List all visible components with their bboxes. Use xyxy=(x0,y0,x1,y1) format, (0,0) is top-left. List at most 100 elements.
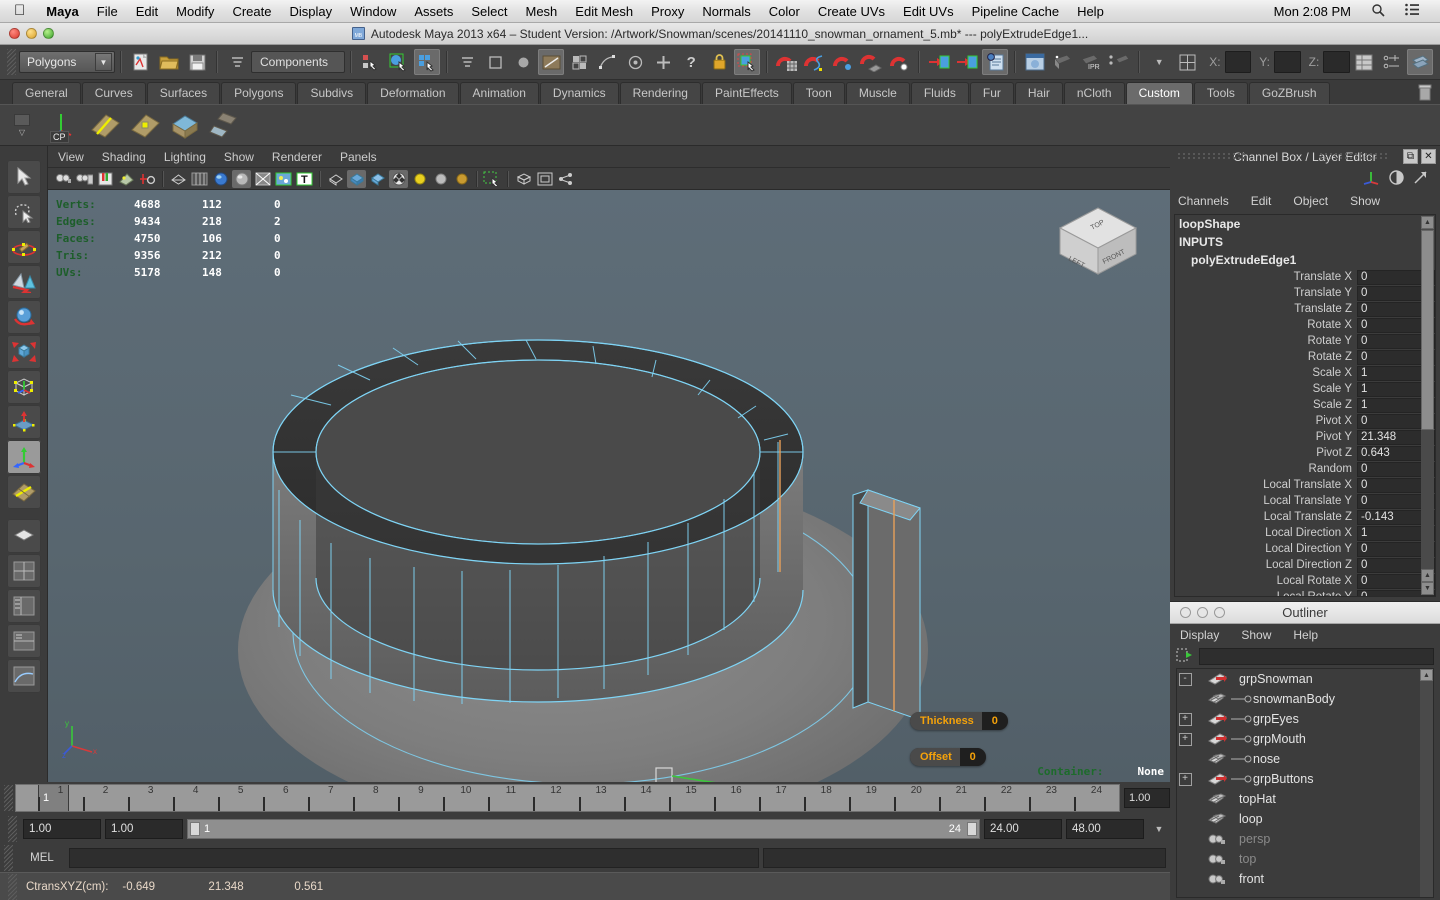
show-hide-attribute-editor-icon[interactable] xyxy=(1379,49,1405,75)
panel-grip-right[interactable] xyxy=(1320,153,1390,161)
show-hide-channel-box-icon[interactable] xyxy=(1407,49,1434,75)
snap-to-curve-icon[interactable] xyxy=(802,49,828,75)
list-icon[interactable] xyxy=(1395,3,1430,19)
render-settings-icon[interactable]: IPR xyxy=(1078,49,1104,75)
channel-box-expand-icon[interactable] xyxy=(1413,170,1428,188)
shelf-menu-icon[interactable] xyxy=(14,113,30,126)
outliner-tree[interactable]: - grpSnowman snowmanBody + grpEyes + grpMouth n… xyxy=(1176,668,1434,898)
select-tool[interactable] xyxy=(6,160,41,194)
last-tool-used[interactable] xyxy=(6,475,41,509)
display-text-icon[interactable]: T xyxy=(295,170,314,188)
scroll-up-arrow[interactable]: ▲ xyxy=(1421,216,1434,229)
snap-to-point-icon[interactable] xyxy=(830,49,856,75)
light-yellow-icon[interactable] xyxy=(410,170,429,188)
offset-pill[interactable]: Offset 0 xyxy=(910,748,986,766)
menu-file[interactable]: File xyxy=(88,4,127,19)
apple-icon[interactable]:  xyxy=(0,3,37,18)
shelf-tab-ncloth[interactable]: nCloth xyxy=(1063,82,1125,104)
select-by-component-icon[interactable] xyxy=(414,49,441,75)
menu-edit[interactable]: Edit xyxy=(127,4,167,19)
select-camera-icon[interactable] xyxy=(54,170,73,188)
channel-box-menu-edit[interactable]: Edit xyxy=(1251,194,1272,208)
image-plane-icon[interactable] xyxy=(117,170,136,188)
snap-to-view-icon[interactable] xyxy=(886,49,912,75)
command-line-grip[interactable] xyxy=(4,845,13,871)
panel-grip-left[interactable] xyxy=(1178,153,1248,161)
channel-attribute-row[interactable]: Local Direction Y0 xyxy=(1175,541,1435,557)
outliner-item-persp[interactable]: persp xyxy=(1177,829,1433,849)
shelf-expand-icon[interactable]: ▽ xyxy=(19,128,25,137)
outliner-menu-help[interactable]: Help xyxy=(1293,628,1318,642)
scroll-down-arrow[interactable]: ▼ xyxy=(1421,582,1434,595)
channel-attribute-row[interactable]: Scale Z1 xyxy=(1175,397,1435,413)
share-node-icon[interactable] xyxy=(556,170,575,188)
channel-attribute-row[interactable]: Local Rotate X0 xyxy=(1175,573,1435,589)
tool-setting-thickness[interactable]: Thickness 0 xyxy=(910,712,1008,730)
outliner-item-grpSnowman[interactable]: - grpSnowman xyxy=(1177,669,1433,689)
mask-point-icon[interactable] xyxy=(510,49,536,75)
hardware-texturing-icon[interactable] xyxy=(274,170,293,188)
wireframe-shading-icon[interactable] xyxy=(169,170,188,188)
undock-icon[interactable]: ⧉ xyxy=(1403,149,1418,164)
outliner-expander[interactable]: + xyxy=(1178,712,1192,726)
playback-end-field[interactable]: 24.00 xyxy=(984,819,1062,839)
shelf-tab-dynamics[interactable]: Dynamics xyxy=(539,82,619,104)
shelf-tab-painteffects[interactable]: PaintEffects xyxy=(701,82,792,104)
tool-setting-offset[interactable]: Offset 0 xyxy=(910,748,986,766)
snap-move-tool[interactable] xyxy=(6,265,41,299)
menu-maya[interactable]: Maya xyxy=(37,4,88,19)
rotate-tool[interactable] xyxy=(6,300,41,334)
shelf-item-poly-cube[interactable] xyxy=(168,108,202,142)
channel-attribute-row[interactable]: Translate Z0 xyxy=(1175,301,1435,317)
mask-help-icon[interactable]: ? xyxy=(678,49,704,75)
shelf-tab-hair[interactable]: Hair xyxy=(1014,82,1063,104)
shelf-tab-fur[interactable]: Fur xyxy=(969,82,1014,104)
menu-edit-uvs[interactable]: Edit UVs xyxy=(894,4,963,19)
shelf-tab-curves[interactable]: Curves xyxy=(81,82,146,104)
channel-attribute-row[interactable]: Scale X1 xyxy=(1175,365,1435,381)
channel-attribute-row[interactable]: Rotate X0 xyxy=(1175,317,1435,333)
outliner-menu-display[interactable]: Display xyxy=(1180,628,1219,642)
bookmarks-icon[interactable] xyxy=(96,170,115,188)
menu-window[interactable]: Window xyxy=(341,4,405,19)
lighting-all-icon[interactable] xyxy=(368,170,387,188)
shelf-tab-tools[interactable]: Tools xyxy=(1193,82,1248,104)
time-slider-track[interactable]: 1 1 2 3 4 5 6 7 8 9 10 11 12 13 14 15 16 17 18 19 20 21 22 23 2… xyxy=(15,784,1120,812)
viewport-menu-show[interactable]: Show xyxy=(224,150,254,164)
view-preset-single[interactable] xyxy=(6,519,41,553)
mask-menu-icon[interactable] xyxy=(454,49,480,75)
outliner-item-grpMouth[interactable]: + grpMouth xyxy=(1177,729,1433,749)
channel-box-menu-show[interactable]: Show xyxy=(1350,194,1380,208)
mask-pivot-icon[interactable] xyxy=(622,49,648,75)
channel-box-layer-icon[interactable] xyxy=(1389,170,1404,188)
view-cube[interactable]: TOP LEFT FRONT xyxy=(1052,202,1144,280)
shadows-icon[interactable] xyxy=(389,169,408,188)
channel-box-scrollbar[interactable]: ▲ ▲ ▼ xyxy=(1421,216,1434,595)
shelf-trash-icon[interactable] xyxy=(1418,84,1440,104)
chevron-down-icon[interactable]: ▼ xyxy=(1146,49,1172,75)
isolate-select-icon[interactable] xyxy=(483,170,502,188)
use-default-material-icon[interactable] xyxy=(232,169,251,188)
range-slider-track[interactable]: 1 24 xyxy=(187,819,980,839)
attribute-editor-toggle[interactable] xyxy=(982,49,1009,75)
channel-attribute-row[interactable]: Local Direction X1 xyxy=(1175,525,1435,541)
view-preset-persp-graph[interactable] xyxy=(6,659,41,693)
snap-to-grid-icon[interactable] xyxy=(774,49,800,75)
outliner-item-grpEyes[interactable]: + grpEyes xyxy=(1177,709,1433,729)
select-by-hierarchy-icon[interactable] xyxy=(358,49,384,75)
channel-box-menu-channels[interactable]: Channels xyxy=(1178,194,1229,208)
input-output-connections-icon[interactable] xyxy=(1174,49,1200,75)
status-line-grip[interactable] xyxy=(8,873,17,900)
lock-icon[interactable] xyxy=(706,49,732,75)
shelf-options-menu[interactable]: ▽ xyxy=(0,104,44,146)
command-input[interactable] xyxy=(69,848,759,868)
menu-help[interactable]: Help xyxy=(1068,4,1113,19)
outliner-scroll-up-arrow[interactable]: ▲ xyxy=(1420,669,1433,681)
panel-window-controls[interactable]: ⧉ ✕ xyxy=(1403,149,1436,164)
menu-edit-mesh[interactable]: Edit Mesh xyxy=(566,4,642,19)
thickness-pill[interactable]: Thickness 0 xyxy=(910,712,1008,730)
search-icon[interactable] xyxy=(1361,3,1395,20)
shelf-item-poly-split[interactable] xyxy=(88,108,122,142)
viewport-menu-panels[interactable]: Panels xyxy=(340,150,377,164)
animation-end-field[interactable]: 48.00 xyxy=(1066,819,1144,839)
